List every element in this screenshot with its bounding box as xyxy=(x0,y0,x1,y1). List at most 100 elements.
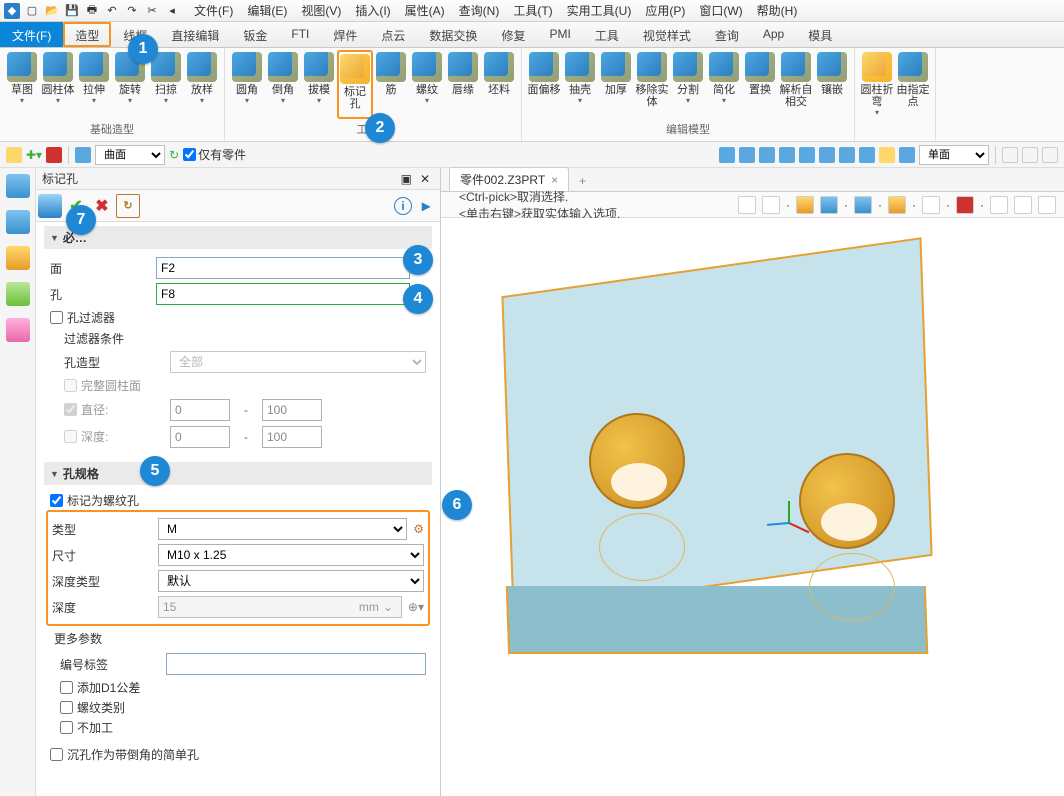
app-icon[interactable]: ◆ xyxy=(4,3,20,19)
menu-file[interactable]: 文件(F) xyxy=(188,0,239,21)
menu-tools[interactable]: 工具(T) xyxy=(507,0,558,21)
rbtn-split[interactable]: 分割▾ xyxy=(670,50,706,119)
help-button[interactable]: ▸ xyxy=(414,194,438,218)
tb-single-select[interactable]: 单面 xyxy=(919,145,989,165)
qat-undo-icon[interactable]: ↶ xyxy=(104,3,120,19)
rbtn-inlay[interactable]: 镶嵌 xyxy=(814,50,850,119)
tb-i6[interactable] xyxy=(819,147,835,163)
tab-exchange[interactable]: 数据交换 xyxy=(417,22,489,47)
vt-i5[interactable] xyxy=(854,196,872,214)
rbtn-sketch[interactable]: 草图▾ xyxy=(4,50,40,119)
tb-surface-select[interactable]: 曲面 xyxy=(95,145,165,165)
rbtn-cylbend[interactable]: 圆柱折弯▾ xyxy=(859,50,895,139)
chk-csinksimple[interactable] xyxy=(50,748,63,761)
rbtn-selfint[interactable]: 解析自相交 xyxy=(778,50,814,119)
rbtn-simplify[interactable]: 简化▾ xyxy=(706,50,742,119)
tb-i10[interactable] xyxy=(899,147,915,163)
menu-help[interactable]: 帮助(H) xyxy=(751,0,804,21)
menu-query[interactable]: 查询(N) xyxy=(453,0,506,21)
menu-window[interactable]: 窗口(W) xyxy=(693,0,748,21)
tab-file[interactable]: 文件(F) xyxy=(0,22,63,47)
tab-pointcloud[interactable]: 点云 xyxy=(369,22,417,47)
tab-sheetmetal[interactable]: 钣金 xyxy=(231,22,279,47)
tb-pick-icon[interactable] xyxy=(6,147,22,163)
menu-app[interactable]: 应用(P) xyxy=(639,0,691,21)
rbtn-bypoint[interactable]: 由指定点 xyxy=(895,50,931,139)
vt-i6[interactable] xyxy=(888,196,906,214)
vt-i10[interactable] xyxy=(1014,196,1032,214)
qat-new-icon[interactable]: ▢ xyxy=(24,3,40,19)
tb-grid-icon[interactable] xyxy=(46,147,62,163)
tb-i8[interactable] xyxy=(859,147,875,163)
select-size[interactable]: M10 x 1.25 xyxy=(158,544,424,566)
select-type[interactable]: M xyxy=(158,518,407,540)
qat-save-icon[interactable]: 💾 xyxy=(64,3,80,19)
doc-button[interactable] xyxy=(38,194,62,218)
rbtn-markhole[interactable]: 标记孔 xyxy=(337,50,373,119)
rbtn-chamfer[interactable]: 倒角▾ xyxy=(265,50,301,119)
tb-i4[interactable] xyxy=(779,147,795,163)
section-spec[interactable]: 孔规格 xyxy=(44,462,432,485)
triad-icon[interactable] xyxy=(769,493,809,533)
qat-print-icon[interactable]: 🖶 xyxy=(84,3,100,19)
reset-button[interactable]: ↻ xyxy=(116,194,140,218)
tb-i2[interactable] xyxy=(739,147,755,163)
vt-i1[interactable] xyxy=(738,196,756,214)
tab-fti[interactable]: FTI xyxy=(279,22,321,47)
tb-i5[interactable] xyxy=(799,147,815,163)
panel-undock-icon[interactable]: ▣ xyxy=(397,172,416,186)
menu-insert[interactable]: 插入(I) xyxy=(349,0,396,21)
input-hole[interactable] xyxy=(156,283,410,305)
rbtn-thicken[interactable]: 加厚 xyxy=(598,50,634,119)
section-required[interactable]: 必… xyxy=(44,226,432,249)
info-button[interactable]: i xyxy=(394,197,412,215)
vt-i2[interactable] xyxy=(762,196,780,214)
chk-addd1[interactable] xyxy=(60,681,73,694)
panel-close-icon[interactable]: ✕ xyxy=(416,172,434,186)
tb-filter-icon[interactable] xyxy=(75,147,91,163)
vt-i7[interactable] xyxy=(922,196,940,214)
input-numlabel[interactable] xyxy=(166,653,426,675)
tb-i9[interactable] xyxy=(879,147,895,163)
chk-nomachine[interactable] xyxy=(60,721,73,734)
leftnav-user-icon[interactable] xyxy=(6,318,30,342)
vt-i8[interactable] xyxy=(956,196,974,214)
tb-refresh-icon[interactable]: ↻ xyxy=(169,148,179,162)
tb-i1[interactable] xyxy=(719,147,735,163)
vt-i9[interactable] xyxy=(990,196,1008,214)
vt-i4[interactable] xyxy=(820,196,838,214)
chk-holefilter[interactable] xyxy=(50,311,63,324)
tab-repair[interactable]: 修复 xyxy=(489,22,537,47)
tab-tools2[interactable]: 工具 xyxy=(583,22,631,47)
rbtn-sweep[interactable]: 扫掠▾ xyxy=(148,50,184,119)
tab-app2[interactable]: App xyxy=(751,22,796,47)
leftnav-view-icon[interactable] xyxy=(6,282,30,306)
tab-mold[interactable]: 模具 xyxy=(796,22,844,47)
rbtn-loft[interactable]: 放样▾ xyxy=(184,50,220,119)
tb-i11[interactable] xyxy=(1002,147,1018,163)
rbtn-shell[interactable]: 抽壳▾ xyxy=(562,50,598,119)
qat-cut-icon[interactable]: ✂ xyxy=(144,3,160,19)
type-aux-icon[interactable]: ⚙ xyxy=(413,522,424,536)
qat-more-icon[interactable]: ◂ xyxy=(164,3,180,19)
tb-i13[interactable] xyxy=(1042,147,1058,163)
rbtn-offset[interactable]: 面偏移 xyxy=(526,50,562,119)
rbtn-fillet[interactable]: 圆角▾ xyxy=(229,50,265,119)
tb-i12[interactable] xyxy=(1022,147,1038,163)
rbtn-replace[interactable]: 置换 xyxy=(742,50,778,119)
rbtn-extrude[interactable]: 拉伸▾ xyxy=(76,50,112,119)
rbtn-thread[interactable]: 螺纹▾ xyxy=(409,50,445,119)
tab-directedit[interactable]: 直接编辑 xyxy=(159,22,231,47)
tab-modeling[interactable]: 造型 xyxy=(63,22,111,47)
canvas-3d[interactable] xyxy=(441,218,1064,796)
rbtn-removebody[interactable]: 移除实体 xyxy=(634,50,670,119)
chk-threadclass[interactable] xyxy=(60,701,73,714)
tab-visualstyle[interactable]: 视觉样式 xyxy=(631,22,703,47)
rbtn-draft[interactable]: 拔模▾ xyxy=(301,50,337,119)
leftnav-layer-icon[interactable] xyxy=(6,210,30,234)
input-face[interactable] xyxy=(156,257,410,279)
tb-i3[interactable] xyxy=(759,147,775,163)
rbtn-cylinder[interactable]: 圆柱体▾ xyxy=(40,50,76,119)
qat-redo-icon[interactable]: ↷ xyxy=(124,3,140,19)
vt-i3[interactable] xyxy=(796,196,814,214)
